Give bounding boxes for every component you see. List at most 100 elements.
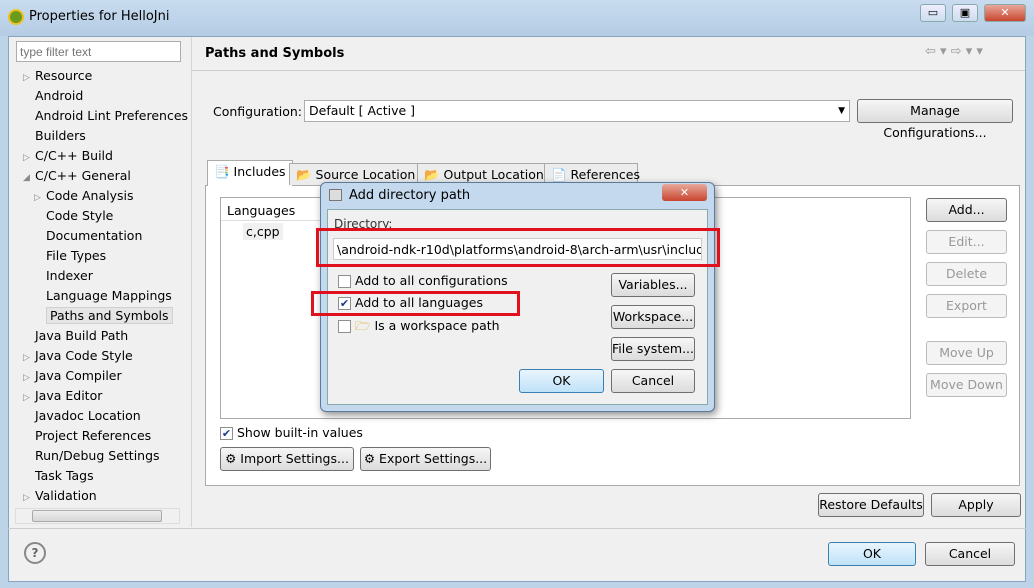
tree-item[interactable]: Documentation bbox=[34, 226, 142, 246]
dialog-cancel-button[interactable]: Cancel bbox=[611, 369, 695, 393]
checkbox[interactable] bbox=[338, 275, 351, 288]
minimize-button[interactable]: ▭ bbox=[920, 4, 946, 22]
side-button-movedown[interactable]: Move Down bbox=[926, 373, 1007, 397]
footer-divider bbox=[8, 528, 1026, 529]
tree-item-label: C/C++ Build bbox=[35, 148, 113, 163]
tree-item[interactable]: ▷ C/C++ Build bbox=[23, 146, 113, 166]
tree-item[interactable]: Java Build Path bbox=[23, 326, 128, 346]
tree-item[interactable]: ▷ Java Code Style bbox=[23, 346, 133, 366]
tree-item[interactable]: File Types bbox=[34, 246, 106, 266]
tree-item[interactable]: Indexer bbox=[34, 266, 93, 286]
checkbox-label: Add to all configurations bbox=[354, 273, 508, 288]
tree-item[interactable]: ▷ Resource bbox=[23, 66, 92, 86]
tree-item-label: Code Analysis bbox=[46, 188, 134, 203]
close-button[interactable]: ✕ bbox=[984, 4, 1026, 22]
expander-icon[interactable]: ▷ bbox=[34, 188, 46, 208]
tree-item[interactable]: ▷ Java Compiler bbox=[23, 366, 122, 386]
tree-horizontal-scrollbar[interactable] bbox=[15, 508, 180, 524]
divider bbox=[192, 70, 1025, 71]
tree-item[interactable]: Paths and Symbols bbox=[34, 306, 173, 326]
app-icon bbox=[8, 9, 24, 25]
tab-label: Includes bbox=[233, 164, 286, 179]
side-button-delete[interactable]: Delete bbox=[926, 262, 1007, 286]
tab-label: References bbox=[570, 167, 641, 182]
expander-icon[interactable]: ◢ bbox=[23, 168, 35, 188]
tree-item[interactable]: Code Style bbox=[34, 206, 113, 226]
import-settings-button[interactable]: ⚙ Import Settings... bbox=[220, 447, 354, 471]
cancel-button[interactable]: Cancel bbox=[925, 542, 1015, 566]
dialog-ok-button[interactable]: OK bbox=[519, 369, 604, 393]
tree-item-label: Java Editor bbox=[35, 388, 103, 403]
dialog-icon bbox=[329, 189, 342, 201]
language-item[interactable]: c,cpp bbox=[243, 223, 283, 240]
export-settings-button[interactable]: ⚙ Export Settings... bbox=[360, 447, 491, 471]
side-button-export[interactable]: Export bbox=[926, 294, 1007, 318]
tree-item[interactable]: Android Lint Preferences bbox=[23, 106, 188, 126]
expander-icon[interactable]: ▷ bbox=[23, 388, 35, 408]
dialog-close-button[interactable]: ✕ bbox=[662, 184, 707, 201]
tree-item-label: Run/Debug Settings bbox=[35, 448, 160, 463]
scroll-thumb[interactable] bbox=[32, 510, 162, 522]
tree-item-label: Android Lint Preferences bbox=[35, 108, 189, 123]
nav-back-forward-icons[interactable]: ⇦ ▾ ⇨ ▾ ▾ bbox=[925, 44, 983, 59]
expander-icon[interactable]: ▷ bbox=[23, 368, 35, 388]
tree-item[interactable]: Run/Debug Settings bbox=[23, 446, 160, 466]
tree-item-label: Documentation bbox=[46, 228, 143, 243]
add-to-all-configurations-checkbox[interactable]: Add to all configurations bbox=[338, 273, 508, 288]
checkbox[interactable] bbox=[338, 320, 351, 333]
window-title: Properties for HelloJni bbox=[29, 9, 170, 24]
workspace-path-checkbox[interactable]: 🗁 Is a workspace path bbox=[338, 317, 500, 338]
page-title: Paths and Symbols bbox=[205, 46, 345, 61]
expander-icon[interactable]: ▷ bbox=[23, 68, 35, 88]
restore-button[interactable]: ▣ bbox=[952, 4, 978, 22]
tree-item-label: Java Code Style bbox=[35, 348, 133, 363]
manage-configurations-button[interactable]: Manage Configurations... bbox=[857, 99, 1013, 140]
configuration-select[interactable]: Default [ Active ] ▼ bbox=[304, 100, 850, 122]
export-label: Export Settings... bbox=[379, 451, 488, 466]
apply-button[interactable]: Apply bbox=[931, 493, 1021, 517]
show-builtin-label: Show built-in values bbox=[236, 425, 363, 440]
tree-item[interactable]: ▷ Validation bbox=[23, 486, 97, 506]
tree-item-label: Project References bbox=[35, 428, 152, 443]
chevron-down-icon: ▼ bbox=[838, 106, 845, 116]
side-button-edit[interactable]: Edit... bbox=[926, 230, 1007, 254]
checkbox[interactable]: ✔ bbox=[220, 427, 233, 440]
tree-item[interactable]: Android bbox=[23, 86, 83, 106]
tree-item-label: Paths and Symbols bbox=[46, 307, 173, 324]
tree-item[interactable]: ▷ Java Editor bbox=[23, 386, 102, 406]
tree-item-label: Code Style bbox=[46, 208, 114, 223]
tree-item[interactable]: Task Tags bbox=[23, 466, 94, 486]
file-system-button[interactable]: File system... bbox=[611, 337, 695, 361]
tree-item-label: Resource bbox=[35, 68, 93, 83]
tree-item[interactable]: Project References bbox=[23, 426, 151, 446]
highlight-box-directory bbox=[316, 228, 720, 267]
tree-item-label: Builders bbox=[35, 128, 86, 143]
dialog-title: Add directory path bbox=[349, 188, 471, 203]
tab-includes[interactable]: 📑 Includes bbox=[207, 160, 293, 186]
folder-icon: 🗁 bbox=[354, 318, 371, 333]
expander-icon[interactable]: ▷ bbox=[23, 348, 35, 368]
workspace-button[interactable]: Workspace... bbox=[611, 305, 695, 329]
filter-input[interactable] bbox=[16, 41, 181, 62]
tree-item-label: Javadoc Location bbox=[35, 408, 141, 423]
help-icon[interactable]: ? bbox=[24, 542, 46, 564]
preference-tree: ▷ Resource Android Android Lint Preferences… bbox=[15, 64, 191, 509]
side-button-add[interactable]: Add... bbox=[926, 198, 1007, 222]
tree-item[interactable]: Language Mappings bbox=[34, 286, 172, 306]
expander-icon[interactable]: ▷ bbox=[23, 488, 35, 508]
side-button-moveup[interactable]: Move Up bbox=[926, 341, 1007, 365]
tab-label: Source Location bbox=[315, 167, 416, 182]
tree-item[interactable]: ◢ C/C++ General bbox=[23, 166, 131, 186]
sash[interactable] bbox=[191, 37, 192, 527]
expander-icon[interactable]: ▷ bbox=[23, 148, 35, 168]
show-builtin-checkbox[interactable]: ✔ Show built-in values bbox=[220, 425, 363, 440]
ok-button[interactable]: OK bbox=[828, 542, 916, 566]
tree-item[interactable]: ▷ Code Analysis bbox=[34, 186, 133, 206]
tab-label: Output Location bbox=[443, 167, 544, 182]
restore-defaults-button[interactable]: Restore Defaults bbox=[818, 493, 924, 517]
tree-item[interactable]: Builders bbox=[23, 126, 86, 146]
configuration-value: Default [ Active ] bbox=[309, 103, 416, 118]
tree-item[interactable]: Javadoc Location bbox=[23, 406, 141, 426]
variables-button[interactable]: Variables... bbox=[611, 273, 695, 297]
checkbox-label: Is a workspace path bbox=[374, 318, 500, 333]
